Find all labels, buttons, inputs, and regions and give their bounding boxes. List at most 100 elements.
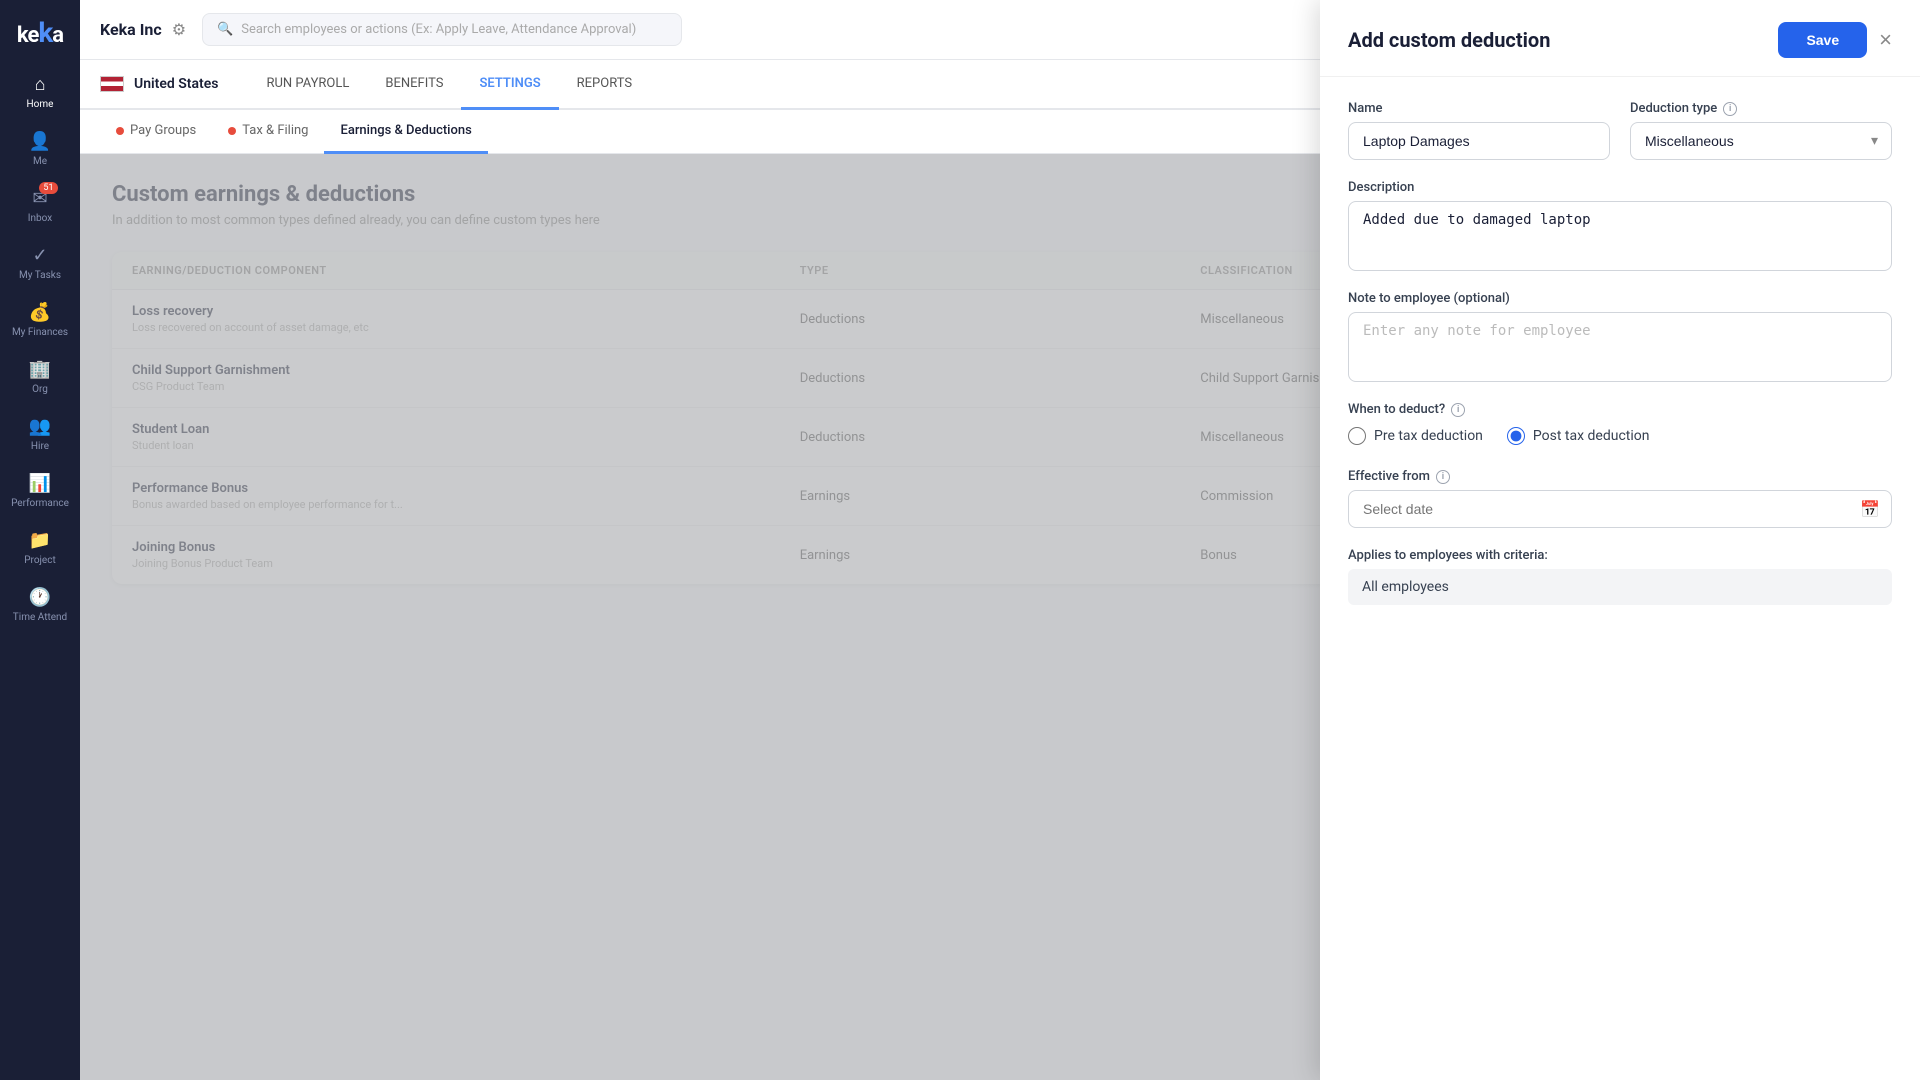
panel-title: Add custom deduction <box>1348 28 1550 52</box>
panel-header: Add custom deduction Save × <box>1320 0 1920 77</box>
form-group-effective-from: Effective from i 📅 <box>1348 469 1892 528</box>
subnav-reports[interactable]: REPORTS <box>559 60 650 110</box>
sidebar: keka ⌂ Home 👤 Me ✉51 Inbox ✓ My Tasks 💰 … <box>0 0 80 1080</box>
tab-dot-pay-groups <box>116 127 124 135</box>
tab-earnings-deductions[interactable]: Earnings & Deductions <box>324 110 487 154</box>
col-earning-component: EARNING/DEDUCTION COMPONENT <box>132 264 800 277</box>
sidebar-label-me: Me <box>33 156 47 168</box>
sidebar-label-home: Home <box>27 99 54 111</box>
form-group-name: Name <box>1348 101 1610 160</box>
applies-to-label: Applies to employees with criteria: <box>1348 548 1892 563</box>
sidebar-item-my-tasks[interactable]: ✓ My Tasks <box>4 237 76 290</box>
sidebar-item-inbox[interactable]: ✉51 Inbox <box>4 180 76 233</box>
form-group-when-deduct: When to deduct? i Pre tax deduction Post… <box>1348 402 1892 449</box>
subnav-settings[interactable]: SETTINGS <box>461 60 558 110</box>
country-flag <box>100 76 124 92</box>
tab-tax-filing[interactable]: Tax & Filing <box>212 110 324 154</box>
form-row-name-type: Name Deduction type i Miscellaneous Bonu… <box>1348 101 1892 160</box>
form-group-description: Description Added due to damaged laptop <box>1348 180 1892 271</box>
radio-post-tax[interactable] <box>1507 427 1525 445</box>
sidebar-label-tasks: My Tasks <box>19 270 61 282</box>
subnav-benefits[interactable]: BENEFITS <box>367 60 461 110</box>
applies-to-value: All employees <box>1348 569 1892 605</box>
radio-pre-tax[interactable] <box>1348 427 1366 445</box>
sidebar-item-project[interactable]: 📁 Project <box>4 522 76 575</box>
name-label: Name <box>1348 101 1610 116</box>
radio-option-pre-tax[interactable]: Pre tax deduction <box>1348 427 1483 445</box>
row-name-student-loan: Student Loan Student loan <box>132 422 800 452</box>
time-icon: 🕐 <box>29 587 51 608</box>
note-label: Note to employee (optional) <box>1348 291 1892 306</box>
form-group-deduction-type: Deduction type i Miscellaneous Bonus Com… <box>1630 101 1892 160</box>
sidebar-item-org[interactable]: 🏢 Org <box>4 351 76 404</box>
panel-actions: Save × <box>1778 22 1892 58</box>
org-icon: 🏢 <box>29 359 51 380</box>
when-deduct-label: When to deduct? i <box>1348 402 1892 417</box>
row-type-performance-bonus: Earnings <box>800 489 1201 504</box>
form-group-applies-to: Applies to employees with criteria: All … <box>1348 548 1892 605</box>
radio-option-post-tax[interactable]: Post tax deduction <box>1507 427 1650 445</box>
sidebar-item-time-attend[interactable]: 🕐 Time Attend <box>4 579 76 632</box>
tab-label-earnings: Earnings & Deductions <box>340 123 471 138</box>
radio-pre-tax-label: Pre tax deduction <box>1374 428 1483 444</box>
effective-from-info-icon[interactable]: i <box>1436 470 1450 484</box>
country-name: United States <box>134 76 218 92</box>
topbar-logo-area: Keka Inc ⚙ <box>100 20 186 39</box>
sidebar-label-project: Project <box>24 555 56 567</box>
effective-from-input[interactable] <box>1348 490 1892 528</box>
sidebar-label-time: Time Attend <box>13 612 67 624</box>
note-textarea[interactable] <box>1348 312 1892 382</box>
sidebar-label-finances: My Finances <box>12 327 68 339</box>
logo-text: keka <box>17 16 63 49</box>
description-textarea[interactable]: Added due to damaged laptop <box>1348 201 1892 271</box>
effective-from-date-wrapper: 📅 <box>1348 490 1892 528</box>
tab-pay-groups[interactable]: Pay Groups <box>100 110 212 154</box>
form-group-note: Note to employee (optional) <box>1348 291 1892 382</box>
row-name-loss-recovery: Loss recovery Loss recovered on account … <box>132 304 800 334</box>
tasks-icon: ✓ <box>32 245 47 266</box>
deduction-type-select-wrapper: Miscellaneous Bonus Commission Child Sup… <box>1630 122 1892 160</box>
topbar-settings-icon[interactable]: ⚙ <box>172 20 186 39</box>
row-type-joining-bonus: Earnings <box>800 548 1201 563</box>
panel-body: Name Deduction type i Miscellaneous Bonu… <box>1320 77 1920 629</box>
col-type: TYPE <box>800 264 1201 277</box>
sidebar-item-me[interactable]: 👤 Me <box>4 123 76 176</box>
sidebar-item-home[interactable]: ⌂ Home <box>4 66 76 119</box>
row-type-child-support: Deductions <box>800 371 1201 386</box>
sidebar-logo: keka <box>12 12 68 52</box>
add-custom-deduction-panel: Add custom deduction Save × Name Deducti… <box>1320 0 1920 1080</box>
project-icon: 📁 <box>29 530 51 551</box>
sidebar-label-inbox: Inbox <box>28 213 52 225</box>
calendar-icon[interactable]: 📅 <box>1860 500 1880 519</box>
sidebar-item-my-finances[interactable]: 💰 My Finances <box>4 294 76 347</box>
deduction-type-info-icon[interactable]: i <box>1723 102 1737 116</box>
subnav-run-payroll[interactable]: RUN PAYROLL <box>248 60 367 110</box>
save-button[interactable]: Save <box>1778 22 1867 58</box>
effective-from-label: Effective from i <box>1348 469 1892 484</box>
inbox-badge: 51 <box>39 182 57 194</box>
radio-post-tax-label: Post tax deduction <box>1533 428 1650 444</box>
row-type-student-loan: Deductions <box>800 430 1201 445</box>
topbar-search-bar[interactable]: 🔍 Search employees or actions (Ex: Apply… <box>202 13 682 46</box>
row-name-child-support: Child Support Garnishment CSG Product Te… <box>132 363 800 393</box>
sidebar-item-hire[interactable]: 👥 Hire <box>4 408 76 461</box>
close-button[interactable]: × <box>1879 29 1892 51</box>
name-input[interactable] <box>1348 122 1610 160</box>
tab-dot-tax <box>228 127 236 135</box>
topbar-brand: Keka Inc <box>100 20 162 39</box>
hire-icon: 👥 <box>29 416 51 437</box>
sidebar-item-performance[interactable]: 📊 Performance <box>4 465 76 518</box>
description-label: Description <box>1348 180 1892 195</box>
radio-group-deduct-timing: Pre tax deduction Post tax deduction <box>1348 423 1892 449</box>
deduction-type-select[interactable]: Miscellaneous Bonus Commission Child Sup… <box>1630 122 1892 160</box>
row-name-performance-bonus: Performance Bonus Bonus awarded based on… <box>132 481 800 511</box>
search-icon: 🔍 <box>217 22 233 37</box>
deduction-type-label: Deduction type i <box>1630 101 1892 116</box>
row-name-joining-bonus: Joining Bonus Joining Bonus Product Team <box>132 540 800 570</box>
me-icon: 👤 <box>29 131 51 152</box>
tab-label-pay-groups: Pay Groups <box>130 123 196 138</box>
when-deduct-info-icon[interactable]: i <box>1451 403 1465 417</box>
performance-icon: 📊 <box>29 473 51 494</box>
home-icon: ⌂ <box>35 74 46 95</box>
finances-icon: 💰 <box>29 302 51 323</box>
